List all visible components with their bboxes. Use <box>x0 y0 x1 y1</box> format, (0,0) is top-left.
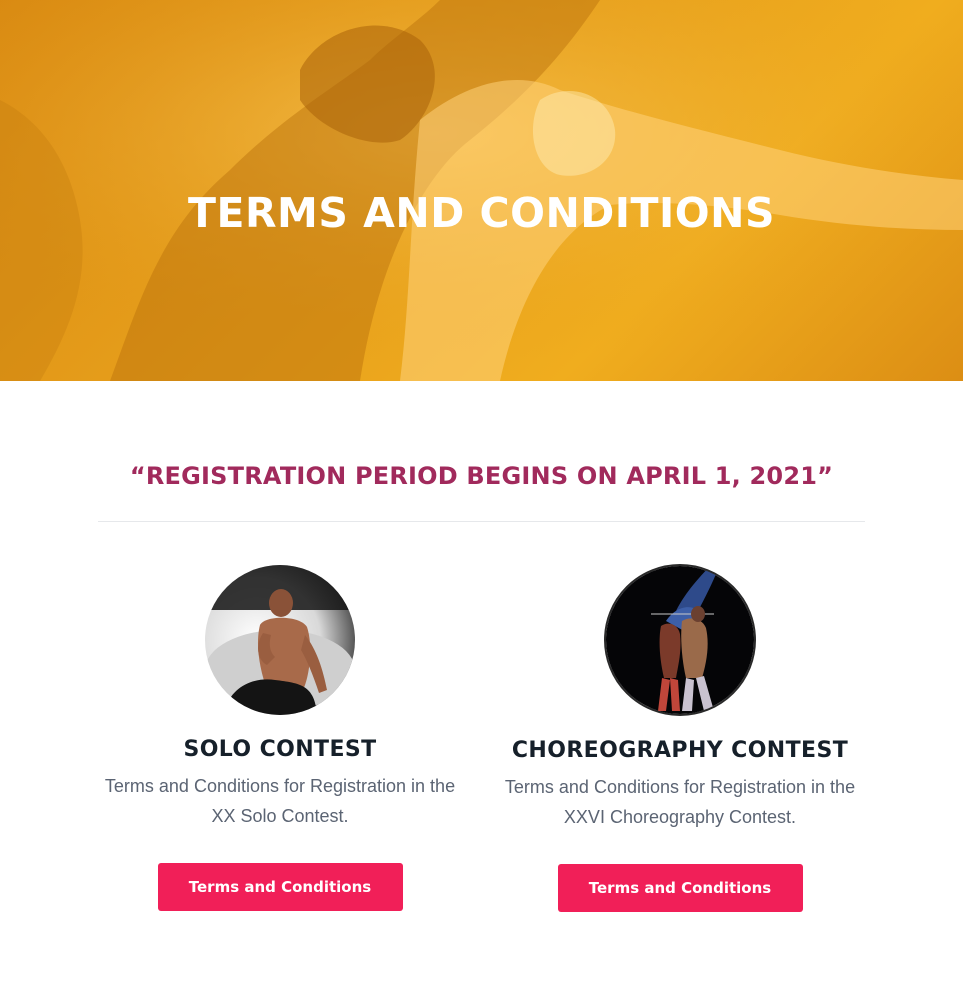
choreography-contest-description: Terms and Conditions for Registration in… <box>504 777 856 827</box>
choreography-contest-title: CHOREOGRAPHY CONTEST <box>511 738 849 763</box>
choreography-contest-image <box>604 564 756 716</box>
solo-contest-description: Terms and Conditions for Registration in… <box>104 776 456 826</box>
section-divider <box>98 521 865 522</box>
choreography-terms-button[interactable]: Terms and Conditions <box>557 864 803 912</box>
choreography-contest-card: CHOREOGRAPHY CONTEST Terms and Condition… <box>480 564 880 912</box>
page-title: TERMS AND CONDITIONS <box>188 189 775 237</box>
hero-banner: TERMS AND CONDITIONS <box>0 0 963 381</box>
registration-notice: “REGISTRATION PERIOD BEGINS ON APRIL 1, … <box>129 462 834 490</box>
solo-terms-button[interactable]: Terms and Conditions <box>157 863 403 911</box>
solo-contest-title: SOLO CONTEST <box>183 737 377 762</box>
solo-contest-image <box>205 565 355 715</box>
solo-contest-card: SOLO CONTEST Terms and Conditions for Re… <box>80 564 480 911</box>
